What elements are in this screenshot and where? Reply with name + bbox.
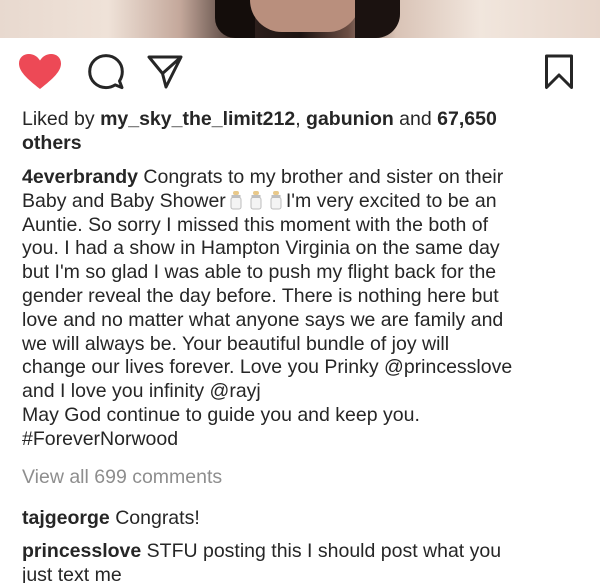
bookmark-icon[interactable] <box>544 54 574 90</box>
author-username[interactable]: 4everbrandy <box>22 166 138 188</box>
photo-detail <box>355 0 400 38</box>
caption-line: change our lives forever. Love you Prink… <box>22 356 513 379</box>
caption-line: we will always be. Your beautiful bundle… <box>22 332 450 355</box>
comment: princesslove STFU posting this I should … <box>22 540 582 583</box>
likes-prefix: Liked by <box>22 108 101 130</box>
comment-username[interactable]: princesslove <box>22 540 141 562</box>
baby-bottle-icon <box>230 190 242 210</box>
view-all-comments-link[interactable]: View all 699 comments <box>22 466 582 490</box>
comment-text: Congrats! <box>109 507 200 529</box>
likes-summary: Liked by my_sky_the_limit212, gabunion a… <box>22 108 582 156</box>
baby-bottle-icon <box>250 190 262 210</box>
caption-line: and I love you infinity @rayj <box>22 380 261 403</box>
photo-detail <box>250 0 360 32</box>
liker-username[interactable]: my_sky_the_limit212 <box>100 108 295 130</box>
post-caption: 4everbrandy Congrats to my brother and s… <box>22 166 582 452</box>
likes-count[interactable]: 67,650 <box>437 108 497 130</box>
caption-line: May God continue to guide you and keep y… <box>22 403 420 426</box>
comment-username[interactable]: tajgeorge <box>22 507 110 529</box>
paper-plane-icon[interactable] <box>147 54 183 90</box>
caption-line: gender reveal the day before. There is n… <box>22 284 499 307</box>
photo-detail <box>215 0 255 38</box>
caption-line: you. I had a show in Hampton Virginia on… <box>22 237 500 260</box>
caption-line: love and no matter what anyone says we a… <box>22 308 504 331</box>
caption-line: but I'm so glad I was able to push my fl… <box>22 261 497 284</box>
comment: tajgeorge Congrats! <box>22 507 582 531</box>
caption-line: Auntie. So sorry I missed this moment wi… <box>22 213 489 236</box>
caption-line: Baby and Baby Shower <box>22 189 226 212</box>
likes-others[interactable]: others <box>22 132 582 156</box>
liker-username[interactable]: gabunion <box>306 108 394 130</box>
baby-bottle-icon <box>270 190 282 210</box>
action-bar <box>0 50 600 92</box>
post-photo[interactable] <box>0 0 600 38</box>
likes-and: and <box>393 108 438 130</box>
likes-separator: , <box>295 108 307 130</box>
comment-text: just text me <box>22 563 122 583</box>
comment-icon[interactable] <box>88 54 124 90</box>
heart-icon[interactable] <box>18 53 62 91</box>
caption-line: Congrats to my brother and sister on the… <box>137 166 504 188</box>
comment-text: STFU posting this I should post what you <box>141 540 502 562</box>
hashtag-link[interactable]: #ForeverNorwood <box>22 428 582 452</box>
caption-line: I'm very excited to be an <box>285 189 497 212</box>
